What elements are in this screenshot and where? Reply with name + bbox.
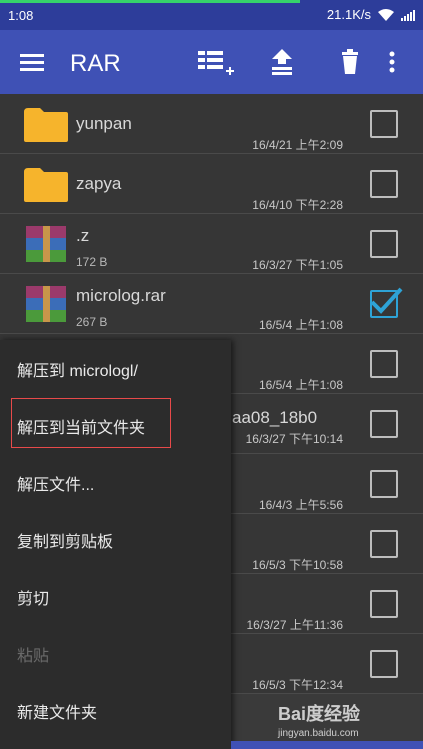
menu-item-label: 粘贴 — [17, 647, 50, 665]
file-date: 16/3/27 下午10:14 — [245, 432, 343, 446]
file-checkbox[interactable] — [370, 110, 398, 138]
file-size: 172 B — [76, 255, 108, 269]
file-name: aa08_18b0 — [232, 408, 318, 427]
file-name: yunpan — [76, 114, 132, 133]
app-title: RAR — [70, 50, 121, 77]
highlight-box — [11, 398, 171, 448]
file-name: zapya — [76, 174, 122, 193]
menu-item-label: 新建文件夹 — [17, 704, 98, 722]
menu-item-label: 剪切 — [17, 590, 50, 608]
checkmark-icon — [370, 287, 403, 314]
menu-item-extract-files[interactable]: 解压文件... — [0, 454, 231, 511]
file-date: 16/5/3 下午12:34 — [252, 678, 343, 692]
network-speed: 21.1K/s — [326, 7, 371, 22]
file-name: microlog.rar — [76, 286, 166, 305]
upload-icon[interactable] — [266, 46, 298, 78]
file-row[interactable]: microlog.rar 267 B 16/5/4 上午1:08 — [0, 274, 423, 334]
file-checkbox[interactable] — [370, 230, 398, 258]
file-checkbox[interactable] — [370, 590, 398, 618]
menu-item-new-folder[interactable]: 新建文件夹 — [0, 682, 231, 739]
file-row[interactable]: zapya 16/4/10 下午2:28 — [0, 154, 423, 214]
select-all-icon[interactable] — [196, 46, 236, 78]
more-options-icon[interactable] — [382, 46, 402, 78]
menu-item-paste: 粘贴 — [0, 625, 231, 682]
file-date: 16/4/3 上午5:56 — [258, 498, 343, 512]
file-date: 16/4/21 上午2:09 — [252, 138, 343, 152]
file-checkbox[interactable] — [370, 470, 398, 498]
menu-item-label: 复制到剪贴板 — [17, 533, 114, 551]
file-checkbox[interactable] — [370, 530, 398, 558]
file-row[interactable]: yunpan 16/4/21 上午2:09 — [0, 94, 423, 154]
menu-item-copy[interactable]: 复制到剪贴板 — [0, 511, 231, 568]
context-menu: 解压到 micrologl/ 解压到当前文件夹 解压文件... 复制到剪贴板 剪… — [0, 340, 231, 749]
status-right: 21.1K/s — [327, 7, 415, 22]
file-row[interactable]: .z 172 B 16/3/27 下午1:05 — [0, 214, 423, 274]
status-bar: 1:08 21.1K/s — [0, 0, 423, 30]
delete-icon[interactable] — [334, 46, 366, 78]
menu-item-extract-here[interactable]: 解压到当前文件夹 — [0, 397, 231, 454]
menu-icon[interactable] — [16, 46, 48, 78]
archive-icon — [26, 226, 66, 262]
signal-icon — [401, 9, 415, 21]
watermark: Bai度经验 jingyan.baidu.com — [278, 700, 360, 739]
file-checkbox-checked[interactable] — [370, 287, 403, 318]
menu-item-label: 解压到 micrologl/ — [17, 362, 138, 380]
menu-item-cut[interactable]: 剪切 — [0, 568, 231, 625]
menu-item-label: 解压文件... — [17, 476, 95, 494]
watermark-brand: Bai度经验 — [278, 704, 361, 724]
wifi-icon — [378, 8, 394, 21]
folder-icon — [24, 108, 68, 142]
file-date: 16/5/4 上午1:08 — [258, 318, 343, 332]
file-checkbox[interactable] — [370, 410, 398, 438]
file-date: 16/5/3 下午10:58 — [252, 558, 343, 572]
file-checkbox[interactable] — [370, 170, 398, 198]
file-date: 16/3/27 下午1:05 — [252, 258, 343, 272]
folder-icon — [24, 168, 68, 202]
file-date: 16/3/27 上午11:36 — [246, 618, 343, 632]
file-size: 267 B — [76, 315, 108, 329]
file-date: 16/4/10 下午2:28 — [252, 198, 343, 212]
file-checkbox[interactable] — [370, 350, 398, 378]
watermark-url: jingyan.baidu.com — [278, 728, 359, 739]
menu-item-extract-to-folder[interactable]: 解压到 micrologl/ — [0, 340, 231, 397]
app-toolbar: RAR — [0, 30, 423, 94]
bottom-bar — [231, 741, 423, 749]
file-name: .z — [76, 226, 90, 245]
archive-icon — [26, 286, 66, 322]
file-checkbox[interactable] — [370, 650, 398, 678]
progress-line — [0, 0, 300, 3]
status-time: 1:08 — [8, 8, 34, 23]
file-date: 16/5/4 上午1:08 — [258, 378, 343, 392]
